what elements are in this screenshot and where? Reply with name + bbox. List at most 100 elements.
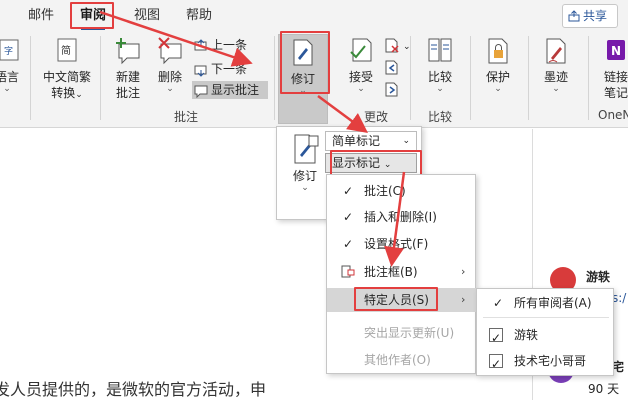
- svg-text:简: 简: [61, 44, 71, 57]
- menu-item-balloons[interactable]: 批注框(B) ›: [327, 260, 477, 284]
- compare-icon: [428, 38, 452, 62]
- tab-help[interactable]: 帮助: [180, 5, 218, 27]
- next-comment-icon: [194, 65, 207, 77]
- menu-item-label: 特定人员(S): [364, 293, 429, 307]
- chinese-convert-icon: 简: [57, 38, 77, 62]
- new-comment-icon: [116, 38, 140, 65]
- tab-view[interactable]: 视图: [128, 5, 166, 27]
- accept-button[interactable]: 接受 ⌄: [340, 36, 382, 94]
- checkmark-icon: ✓: [343, 184, 354, 198]
- menu-item-formatting[interactable]: ✓ 设置格式(F): [327, 232, 477, 256]
- reviewers-submenu: ✓ 所有审阅者(A) 游轶 技术宅小哥哥: [476, 288, 614, 376]
- show-comments-button[interactable]: 显示批注: [192, 81, 268, 99]
- show-comments-label: 显示批注: [211, 83, 260, 97]
- menu-item-comments[interactable]: ✓ 批注(C): [327, 179, 477, 203]
- menu-item-label: 插入和删除(I): [364, 210, 437, 224]
- checkbox[interactable]: [489, 352, 503, 376]
- checkmark-icon: ✓: [493, 296, 504, 310]
- delete-label: 删除: [157, 70, 182, 84]
- document-text[interactable]: 发人员提供的，是微软的官方活动，申: [0, 376, 266, 400]
- track-popup-label: 修订: [292, 169, 317, 183]
- ink-pen-icon: [546, 38, 566, 64]
- simple-markup-label: 简单标记: [332, 134, 381, 148]
- checkmark-icon: ✓: [343, 210, 354, 224]
- group-separator: [30, 36, 31, 120]
- delete-comment-icon: [158, 37, 182, 65]
- menu-item-label: 批注框(B): [364, 265, 418, 279]
- svg-text:N: N: [611, 44, 621, 58]
- menu-item-label: 批注(C): [364, 184, 406, 198]
- track-changes-label: 修订: [290, 72, 315, 86]
- tab-review[interactable]: 审阅: [74, 5, 112, 30]
- compare-button[interactable]: 比较 ⌄: [420, 36, 460, 94]
- language-button[interactable]: 字 语言 ⌄: [0, 36, 22, 94]
- new-comment-button[interactable]: 新建 批注: [108, 36, 148, 101]
- menu-item-reviewer-2[interactable]: 技术宅小哥哥: [477, 349, 615, 376]
- show-markup-button[interactable]: 显示标记 ⌄: [325, 153, 417, 173]
- chevron-right-icon: ›: [461, 293, 466, 306]
- markup-mode-icon: [308, 135, 319, 147]
- delete-comment-button[interactable]: 删除 ⌄: [152, 36, 188, 94]
- compare-label: 比较: [427, 70, 452, 84]
- share-button[interactable]: 共享: [562, 4, 618, 28]
- show-markup-label: 显示标记: [332, 156, 381, 170]
- new-comment-label-2: 批注: [115, 86, 140, 100]
- ribbon-review: 字 语言 ⌄ 简 中文简繁 转换⌄ 新建 批注 删除 ⌄ 上一条 下一条 显示批…: [0, 32, 628, 128]
- checkmark-icon: ✓: [343, 237, 354, 251]
- markup-mode-dropdown[interactable]: 简单标记 ⌄: [308, 131, 417, 151]
- new-comment-label-1: 新建: [115, 70, 140, 84]
- previous-comment-button[interactable]: 上一条: [194, 36, 247, 54]
- menu-item-reviewer-1[interactable]: 游轶: [477, 323, 615, 350]
- tab-mailings[interactable]: 邮件: [22, 5, 60, 27]
- menu-item-all-reviewers[interactable]: ✓ 所有审阅者(A): [477, 291, 615, 315]
- compare-group-label: 比较: [428, 110, 453, 124]
- chinese-convert-label-2: 转换: [51, 86, 76, 100]
- menu-item-label: 技术宅小哥哥: [514, 354, 587, 368]
- chevron-down-icon: ⌄: [357, 84, 365, 94]
- track-changes-icon: [293, 39, 313, 66]
- accept-icon: [350, 38, 372, 62]
- share-label: 共享: [583, 9, 608, 23]
- protect-button[interactable]: 保护 ⌄: [478, 36, 518, 94]
- group-separator: [588, 36, 589, 120]
- menu-separator: [483, 317, 609, 318]
- language-label: 语言: [0, 70, 19, 84]
- menu-item-label: 所有审阅者(A): [514, 296, 592, 310]
- reject-button[interactable]: ⌄: [384, 36, 411, 54]
- chinese-convert-label-1: 中文简繁: [42, 70, 91, 84]
- menu-item-other-authors: 其他作者(O): [327, 348, 477, 372]
- chevron-down-icon: ⌄: [3, 84, 11, 94]
- chevron-down-icon: ⌄: [383, 160, 392, 170]
- menu-item-insertions-deletions[interactable]: ✓ 插入和删除(I): [327, 205, 477, 229]
- menu-item-specific-people[interactable]: 特定人员(S) ›: [327, 288, 477, 312]
- lock-icon: [488, 38, 508, 64]
- ink-button[interactable]: 墨迹 ⌄: [536, 36, 576, 94]
- chevron-down-icon: ⌄: [494, 84, 502, 94]
- next-label: 下一条: [211, 62, 248, 76]
- reject-icon: [385, 38, 399, 53]
- protect-label: 保护: [485, 70, 510, 84]
- track-changes-button[interactable]: 修订 ⌄: [280, 38, 326, 96]
- chinese-convert-button[interactable]: 简 中文简繁 转换⌄: [40, 36, 94, 103]
- previous-change-button[interactable]: [384, 58, 403, 76]
- next-comment-button[interactable]: 下一条: [194, 60, 247, 78]
- checkbox[interactable]: [489, 326, 503, 350]
- previous-comment-icon: [194, 38, 207, 50]
- show-markup-menu: ✓ 批注(C) ✓ 插入和删除(I) ✓ 设置格式(F) 批注框(B) › 特定…: [326, 174, 477, 374]
- next-change-button[interactable]: [384, 80, 403, 98]
- show-comments-icon: [194, 85, 208, 98]
- menu-item-label: 其他作者(O): [364, 353, 431, 367]
- group-separator: [528, 36, 529, 120]
- menu-item-highlight-updates: 突出显示更新(U): [327, 321, 477, 345]
- linked-notes-button[interactable]: N 链接 笔记: [596, 36, 628, 101]
- accept-label: 接受: [348, 70, 373, 84]
- svg-text:字: 字: [4, 45, 13, 57]
- group-separator: [274, 36, 275, 120]
- next-change-icon: [385, 82, 398, 96]
- chevron-down-icon: ⌄: [299, 86, 307, 96]
- changes-group-label: 更改: [364, 110, 389, 124]
- menu-item-label: 突出显示更新(U): [364, 326, 455, 340]
- menu-item-label: 设置格式(F): [364, 237, 429, 251]
- onenote-group-label: OneN: [598, 108, 628, 122]
- group-separator: [470, 36, 471, 120]
